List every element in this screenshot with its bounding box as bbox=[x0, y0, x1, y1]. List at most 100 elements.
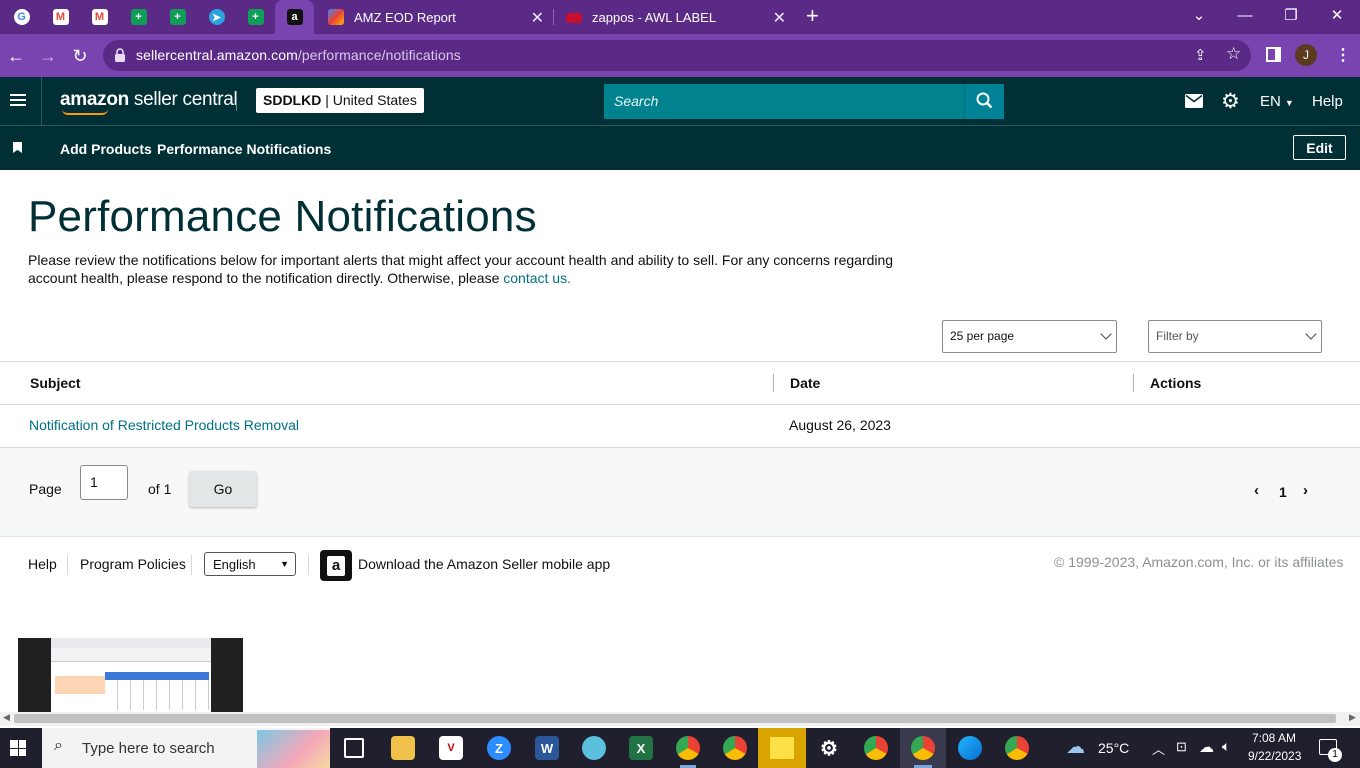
search-button[interactable] bbox=[964, 84, 1004, 119]
column-date[interactable]: Date bbox=[790, 375, 820, 391]
restore-icon[interactable]: ❐ bbox=[1268, 0, 1314, 30]
column-divider bbox=[1133, 374, 1134, 392]
scrollbar-thumb[interactable] bbox=[14, 714, 1336, 723]
chrome-icon[interactable] bbox=[1005, 736, 1029, 760]
gmail-tab[interactable]: M bbox=[41, 0, 80, 34]
footer-language-value: English bbox=[213, 557, 256, 572]
show-hidden-icons-icon[interactable]: ︿ bbox=[1152, 739, 1165, 758]
scroll-left-arrow-icon[interactable]: ◀ bbox=[3, 712, 10, 723]
chrome-icon[interactable] bbox=[864, 736, 888, 760]
weather-temperature[interactable]: 25°C bbox=[1098, 740, 1129, 756]
zoom-icon[interactable]: Z bbox=[487, 736, 511, 760]
nav-add-products[interactable]: Add Products bbox=[60, 141, 152, 157]
description-text: Please review the notifications below fo… bbox=[28, 252, 894, 286]
bookmark-star-icon[interactable]: ☆ bbox=[1226, 44, 1241, 64]
tab-amz-eod-report[interactable]: AMZ EOD Report ✕ bbox=[316, 0, 552, 34]
sheets-tab[interactable]: + bbox=[119, 0, 158, 34]
minimize-icon[interactable]: — bbox=[1222, 0, 1268, 30]
chrome-icon[interactable] bbox=[723, 736, 747, 760]
pagination-bar: Page 1 of 1 Go ‹ 1 › bbox=[0, 448, 1360, 537]
edit-button[interactable]: Edit bbox=[1293, 135, 1346, 160]
close-tab-icon[interactable]: ✕ bbox=[773, 8, 786, 28]
zappos-icon bbox=[566, 13, 582, 23]
app-icon[interactable] bbox=[582, 736, 606, 760]
google-tab[interactable]: G bbox=[2, 0, 41, 34]
forward-icon[interactable]: → bbox=[34, 42, 62, 70]
amazon-tab-active[interactable]: a bbox=[275, 0, 314, 34]
voicemod-icon[interactable]: V bbox=[439, 736, 463, 760]
header-divider bbox=[41, 77, 42, 126]
volume-icon[interactable]: 🔈︎ bbox=[1222, 738, 1230, 755]
seller-central-logo[interactable]: amazon seller central bbox=[60, 89, 238, 115]
current-page[interactable]: 1 bbox=[1279, 484, 1287, 500]
contact-us-link[interactable]: contact us. bbox=[503, 270, 571, 286]
chevron-left-icon[interactable]: ‹ bbox=[1254, 482, 1259, 499]
notification-count-badge: 1 bbox=[1328, 748, 1342, 762]
file-explorer-icon[interactable] bbox=[391, 736, 415, 760]
weather-cloud-icon[interactable]: ☁ bbox=[1066, 736, 1085, 759]
telegram-icon: ➤ bbox=[208, 9, 225, 25]
notification-subject-link[interactable]: Notification of Restricted Products Remo… bbox=[29, 417, 299, 433]
page-number-input[interactable]: 1 bbox=[80, 465, 128, 500]
reload-icon[interactable]: ↻ bbox=[66, 42, 94, 70]
task-view-icon[interactable] bbox=[344, 738, 364, 758]
clock-time[interactable]: 7:08 AM bbox=[1252, 731, 1296, 745]
per-page-select[interactable]: 25 per page bbox=[942, 320, 1117, 353]
window-close-icon[interactable]: ✕ bbox=[1314, 0, 1360, 30]
telegram-tab[interactable]: ➤ bbox=[197, 0, 236, 34]
nav-performance-notifications[interactable]: Performance Notifications bbox=[157, 141, 331, 157]
sheets-tab-3[interactable]: + bbox=[236, 0, 275, 34]
footer-app-download-link[interactable]: Download the Amazon Seller mobile app bbox=[358, 556, 610, 572]
profile-avatar[interactable]: J bbox=[1295, 44, 1317, 66]
horizontal-scrollbar[interactable]: ◀ ▶ bbox=[0, 712, 1360, 726]
hamburger-menu-icon[interactable] bbox=[10, 94, 26, 106]
share-icon[interactable]: ⇪ bbox=[1194, 46, 1207, 64]
language-selector[interactable]: EN ▼ bbox=[1260, 93, 1294, 110]
word-icon[interactable]: W bbox=[535, 736, 559, 760]
side-panel-icon[interactable] bbox=[1266, 47, 1281, 62]
store-separator: | bbox=[321, 92, 333, 108]
footer-program-policies-link[interactable]: Program Policies bbox=[80, 556, 186, 572]
chrome-icon[interactable] bbox=[911, 736, 935, 760]
mail-icon[interactable] bbox=[1185, 94, 1203, 113]
back-icon[interactable]: ← bbox=[2, 42, 30, 70]
header-help-link[interactable]: Help bbox=[1312, 93, 1343, 110]
amazon-icon: a bbox=[286, 9, 303, 25]
url-text[interactable]: sellercentral.amazon.com/performance/not… bbox=[136, 47, 461, 63]
clock-date[interactable]: 9/22/2023 bbox=[1248, 749, 1301, 763]
store-selector[interactable]: SDDLKD | United States bbox=[256, 88, 424, 113]
sheets-tab-2[interactable]: + bbox=[158, 0, 197, 34]
column-subject[interactable]: Subject bbox=[30, 375, 81, 391]
chrome-icon[interactable] bbox=[676, 736, 700, 760]
new-tab-button[interactable]: + bbox=[806, 3, 819, 29]
filter-by-select[interactable]: Filter by bbox=[1148, 320, 1322, 353]
settings-gear-icon[interactable]: ⚙ bbox=[817, 736, 841, 760]
tab-zappos-awl-label[interactable]: zappos - AWL LABEL ✕ bbox=[554, 0, 794, 34]
amazon-app-icon[interactable]: a bbox=[320, 550, 352, 581]
onedrive-cloud-icon[interactable]: ☁ bbox=[1199, 738, 1214, 756]
search-input[interactable]: Search bbox=[604, 84, 964, 119]
sticky-notes-tile[interactable] bbox=[758, 728, 806, 768]
camera-icon[interactable]: ⊡ bbox=[1176, 739, 1187, 755]
settings-gear-icon[interactable]: ⚙ bbox=[1221, 89, 1240, 114]
gmail-tab-2[interactable]: M bbox=[80, 0, 119, 34]
chevron-right-icon[interactable]: › bbox=[1303, 482, 1308, 499]
windows-taskbar: ⌕ Type here to search V Z W X ⚙ ☁ 25°C ︿… bbox=[0, 728, 1360, 768]
footer-divider bbox=[191, 555, 192, 575]
close-tab-icon[interactable]: ✕ bbox=[531, 8, 544, 28]
go-button[interactable]: Go bbox=[189, 471, 257, 507]
tab-search-icon[interactable]: ⌄ bbox=[1176, 0, 1222, 30]
apps-script-icon bbox=[328, 9, 344, 25]
column-divider bbox=[773, 374, 774, 392]
language-code: EN bbox=[1260, 93, 1281, 110]
browser-tab-strip: G M M + + ➤ + a AMZ EOD Report ✕ zappos … bbox=[0, 0, 1360, 34]
chrome-menu-icon[interactable]: ⋮ bbox=[1335, 45, 1351, 65]
edge-icon[interactable] bbox=[958, 736, 982, 760]
taskbar-search-box[interactable]: ⌕ Type here to search bbox=[42, 728, 330, 768]
footer-language-select[interactable]: English ▼ bbox=[204, 552, 296, 576]
chevron-down-icon bbox=[1100, 328, 1112, 340]
excel-icon[interactable]: X bbox=[629, 736, 653, 760]
windows-start-icon[interactable] bbox=[10, 740, 26, 756]
scroll-right-arrow-icon[interactable]: ▶ bbox=[1349, 712, 1356, 723]
footer-help-link[interactable]: Help bbox=[28, 556, 57, 572]
